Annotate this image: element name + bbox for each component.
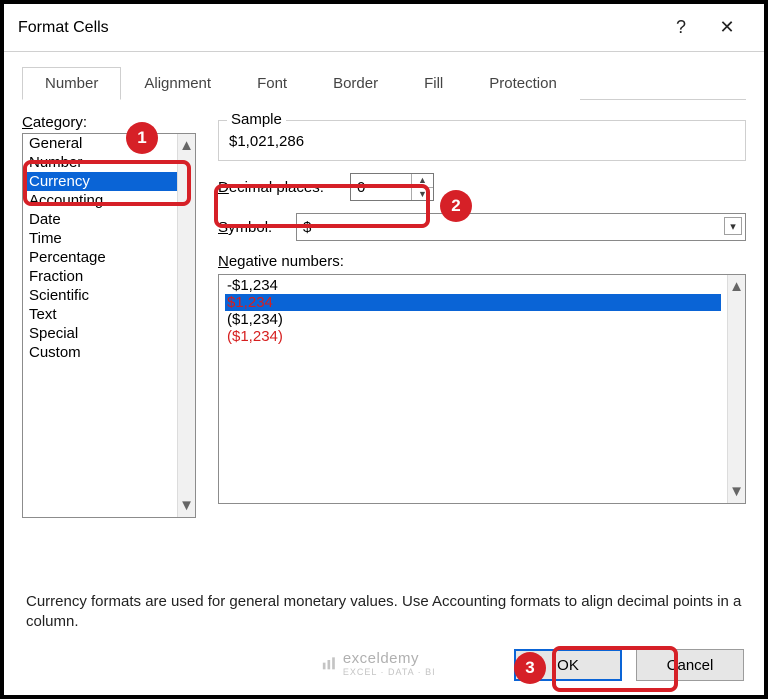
scroll-down-icon[interactable]: ▼ (729, 483, 744, 500)
help-icon[interactable]: ? (658, 17, 704, 38)
category-item-text[interactable]: Text (23, 305, 177, 324)
category-item-percentage[interactable]: Percentage (23, 248, 177, 267)
description-text: Currency formats are used for general mo… (22, 578, 746, 633)
scrollbar[interactable]: ▲ ▼ (727, 275, 745, 503)
tab-protection[interactable]: Protection (466, 67, 580, 100)
tab-fill[interactable]: Fill (401, 67, 466, 100)
category-column: Category: General Number Currency Accoun… (22, 114, 196, 578)
step-3-badge: 3 (514, 652, 546, 684)
category-label: Category: (22, 114, 196, 133)
window-title: Format Cells (18, 19, 658, 37)
sample-value: $1,021,286 (229, 133, 735, 150)
scroll-up-icon[interactable]: ▲ (729, 278, 744, 295)
step-1-badge: 1 (126, 122, 158, 154)
cancel-button[interactable]: Cancel (636, 649, 744, 681)
format-cells-dialog: Format Cells ? ✕ Number Alignment Font B… (0, 0, 768, 699)
tab-body: Category: General Number Currency Accoun… (22, 100, 746, 578)
options-panel: Sample $1,021,286 Decimal places: ▲ ▼ Sy… (218, 114, 746, 578)
titlebar: Format Cells ? ✕ (4, 4, 764, 52)
watermark-brand: exceldemy (343, 650, 419, 667)
scrollbar[interactable]: ▲ ▼ (177, 134, 195, 517)
watermark-tagline: EXCEL · DATA · BI (343, 667, 436, 677)
negative-section: Negative numbers: -$1,234 $1,234 ($1,234… (218, 253, 746, 504)
decimal-label: Decimal places: (218, 179, 338, 196)
dialog-footer: OK Cancel (514, 649, 744, 681)
sample-label: Sample (227, 111, 286, 128)
negative-item-4[interactable]: ($1,234) (225, 328, 721, 345)
spin-up-icon[interactable]: ▲ (412, 174, 433, 188)
category-item-special[interactable]: Special (23, 324, 177, 343)
scroll-down-icon[interactable]: ▼ (179, 497, 194, 514)
decimal-row: Decimal places: ▲ ▼ (218, 173, 746, 201)
symbol-row: Symbol: $ ▾ (218, 213, 746, 241)
dialog-content: Number Alignment Font Border Fill Protec… (4, 52, 764, 633)
watermark: exceldemy EXCEL · DATA · BI (321, 650, 436, 677)
symbol-select[interactable]: $ (296, 213, 746, 241)
category-item-custom[interactable]: Custom (23, 343, 177, 362)
sample-group: Sample $1,021,286 (218, 120, 746, 161)
category-item-fraction[interactable]: Fraction (23, 267, 177, 286)
symbol-label: Symbol: (218, 219, 284, 236)
decimal-spinner[interactable]: ▲ ▼ (350, 173, 434, 201)
tab-bar: Number Alignment Font Border Fill Protec… (22, 66, 746, 100)
tab-border[interactable]: Border (310, 67, 401, 100)
step-2-badge: 2 (440, 190, 472, 222)
negative-listbox[interactable]: -$1,234 $1,234 ($1,234) ($1,234) ▲ ▼ (218, 274, 746, 504)
watermark-icon (321, 656, 337, 672)
decimal-input[interactable] (351, 174, 411, 200)
negative-item-2[interactable]: $1,234 (225, 294, 721, 311)
category-list: General Number Currency Accounting Date … (23, 134, 177, 517)
category-item-time[interactable]: Time (23, 229, 177, 248)
tab-alignment[interactable]: Alignment (121, 67, 234, 100)
symbol-select-wrap: $ ▾ (296, 213, 746, 241)
close-icon[interactable]: ✕ (704, 17, 750, 38)
negative-items: -$1,234 $1,234 ($1,234) ($1,234) (219, 275, 727, 503)
category-listbox[interactable]: General Number Currency Accounting Date … (22, 133, 196, 518)
category-item-currency[interactable]: Currency (23, 172, 177, 191)
negative-item-1[interactable]: -$1,234 (225, 277, 721, 294)
negative-label: Negative numbers: (218, 253, 746, 270)
spin-down-icon[interactable]: ▼ (412, 188, 433, 201)
tab-font[interactable]: Font (234, 67, 310, 100)
spin-buttons: ▲ ▼ (411, 174, 433, 200)
scroll-up-icon[interactable]: ▲ (179, 137, 194, 154)
category-item-number[interactable]: Number (23, 153, 177, 172)
category-item-scientific[interactable]: Scientific (23, 286, 177, 305)
negative-item-3[interactable]: ($1,234) (225, 311, 721, 328)
category-item-date[interactable]: Date (23, 210, 177, 229)
category-item-accounting[interactable]: Accounting (23, 191, 177, 210)
tab-number[interactable]: Number (22, 67, 121, 100)
